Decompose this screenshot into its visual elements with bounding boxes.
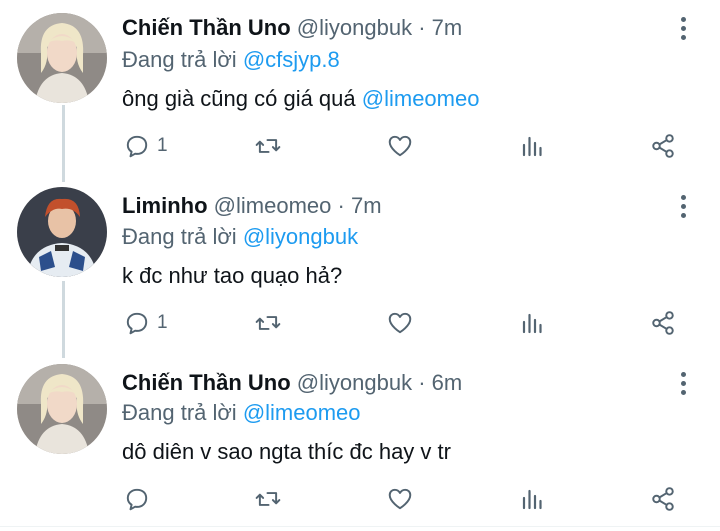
separator-dot: · (418, 370, 426, 395)
tweet[interactable]: Chiến Thần Uno @liyongbuk · 6m Đang trả … (0, 355, 720, 531)
share-icon (652, 487, 674, 511)
replying-to-label: Đang trả lời (122, 400, 237, 425)
replying-to: Đang trả lời @limeomeo (122, 400, 361, 426)
avatar-image (17, 364, 107, 454)
share-icon (652, 134, 674, 158)
reply-button[interactable]: 1 (124, 308, 168, 338)
reply-icon (126, 488, 148, 511)
more-icon[interactable] (673, 17, 695, 43)
retweet-icon (255, 316, 281, 330)
bottom-divider (0, 526, 720, 527)
replying-to-label: Đang trả lời (122, 47, 237, 72)
retweet-button[interactable] (254, 484, 282, 514)
analytics-icon (522, 313, 542, 334)
tweet-header: Chiến Thần Uno @liyongbuk · 6m (122, 370, 462, 396)
retweet-button[interactable] (254, 308, 282, 338)
replying-to-mention[interactable]: @limeomeo (243, 400, 361, 425)
tweet-body: dô diên v sao ngta thíc đc hay v tr (122, 439, 451, 464)
like-button[interactable] (387, 484, 413, 514)
like-button[interactable] (387, 308, 413, 338)
avatar[interactable] (17, 13, 107, 103)
reply-button[interactable] (124, 484, 157, 514)
separator-dot: · (418, 15, 426, 40)
replying-to-mention[interactable]: @cfsjyp.8 (243, 47, 340, 72)
analytics-icon (522, 489, 542, 510)
more-icon[interactable] (673, 372, 695, 398)
analytics-button[interactable] (520, 131, 544, 161)
tweet-header: Chiến Thần Uno @liyongbuk · 7m (122, 15, 462, 41)
avatar[interactable] (17, 187, 107, 277)
share-button[interactable] (650, 131, 676, 161)
tweet-header: Liminho @limeomeo · 7m (122, 193, 382, 219)
action-bar: 1 (0, 131, 720, 161)
heart-icon (388, 135, 412, 157)
replying-to-label: Đang trả lời (122, 224, 237, 249)
replying-to: Đang trả lời @cfsjyp.8 (122, 47, 340, 73)
share-button[interactable] (650, 308, 676, 338)
tweet-text: k đc như tao quạo hả? (122, 263, 342, 289)
analytics-button[interactable] (520, 308, 544, 338)
tweet-text: dô diên v sao ngta thíc đc hay v tr (122, 439, 451, 465)
analytics-button[interactable] (520, 484, 544, 514)
analytics-icon (522, 136, 542, 157)
separator-dot: · (337, 193, 345, 218)
user-handle[interactable]: @liyongbuk (297, 370, 412, 395)
reply-icon (126, 312, 148, 335)
tweet-mention[interactable]: @limeomeo (362, 86, 480, 111)
tweet[interactable]: Chiến Thần Uno @liyongbuk · 7m Đang trả … (0, 0, 720, 178)
share-icon (652, 311, 674, 335)
heart-icon (388, 488, 412, 510)
tweet-body: ông già cũng có giá quá (122, 86, 356, 111)
tweet-text: ông già cũng có giá quá @limeomeo (122, 86, 479, 112)
timestamp[interactable]: 7m (432, 15, 463, 40)
timestamp[interactable]: 6m (432, 370, 463, 395)
user-handle[interactable]: @liyongbuk (297, 15, 412, 40)
retweet-icon (255, 139, 281, 153)
retweet-icon (255, 492, 281, 506)
reply-button[interactable]: 1 (124, 131, 168, 161)
like-button[interactable] (387, 131, 413, 161)
timestamp[interactable]: 7m (351, 193, 382, 218)
reply-icon (126, 135, 148, 158)
share-button[interactable] (650, 484, 676, 514)
replying-to-mention[interactable]: @liyongbuk (243, 224, 358, 249)
more-icon[interactable] (673, 195, 695, 221)
retweet-button[interactable] (254, 131, 282, 161)
display-name[interactable]: Chiến Thần Uno (122, 370, 291, 395)
reply-count: 1 (157, 312, 168, 333)
avatar[interactable] (17, 364, 107, 454)
user-handle[interactable]: @limeomeo (214, 193, 332, 218)
avatar-image (17, 13, 107, 103)
heart-icon (388, 312, 412, 334)
tweet[interactable]: Liminho @limeomeo · 7m Đang trả lời @liy… (0, 178, 720, 355)
reply-count: 1 (157, 135, 168, 156)
avatar-image (17, 187, 107, 277)
replying-to: Đang trả lời @liyongbuk (122, 224, 358, 250)
tweet-body: k đc như tao quạo hả? (122, 263, 343, 288)
display-name[interactable]: Liminho (122, 193, 208, 218)
action-bar: 1 (0, 308, 720, 338)
action-bar (0, 484, 720, 514)
display-name[interactable]: Chiến Thần Uno (122, 15, 291, 40)
